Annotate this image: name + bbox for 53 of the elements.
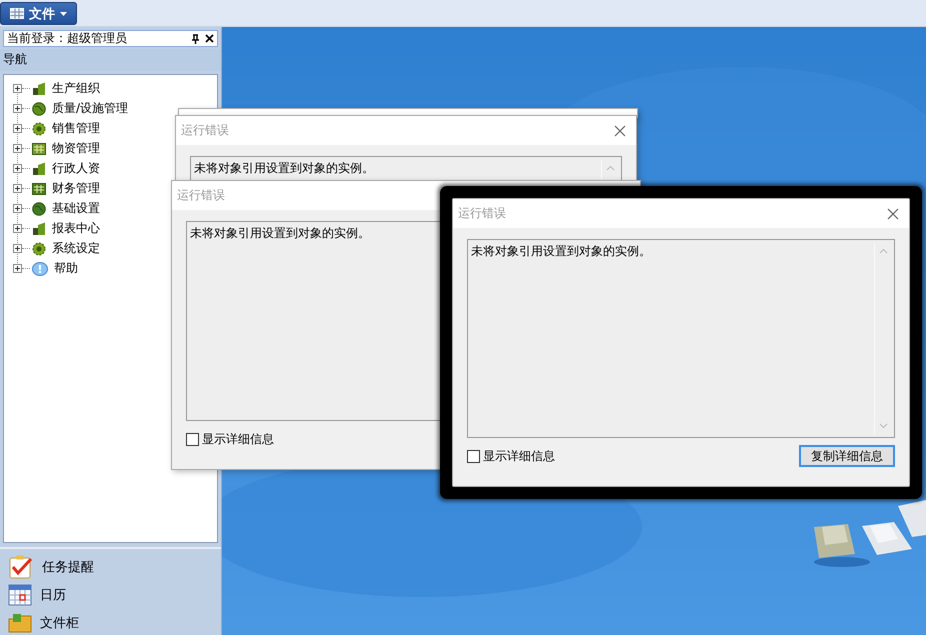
error-message: 未将对象引用设置到对象的实例。 [194, 160, 374, 177]
dialog-title: 运行错误 [458, 205, 507, 222]
expand-icon[interactable] [13, 84, 22, 94]
navigation-item[interactable]: 生产组织 [52, 80, 100, 98]
building-icon [32, 162, 46, 176]
navigation-item[interactable]: 财务管理 [52, 180, 100, 198]
caret-icon [60, 12, 67, 16]
checkbox[interactable] [186, 432, 199, 446]
navigation-item[interactable]: 报表中心 [52, 220, 100, 238]
pin-icon[interactable] [191, 34, 200, 44]
navigation-item[interactable]: 行政人资 [52, 160, 100, 178]
expand-icon[interactable] [13, 244, 22, 254]
folder-icon [8, 613, 32, 633]
gear-icon [32, 122, 46, 136]
info-icon [32, 262, 48, 276]
dialog-title: 运行错误 [181, 122, 230, 139]
calendar-icon [8, 584, 32, 606]
ledger-icon [32, 182, 46, 196]
expand-icon[interactable] [13, 164, 22, 174]
copy-details-button[interactable]: 复制详细信息 [799, 445, 895, 467]
error-message: 未将对象引用设置到对象的实例。 [190, 225, 370, 242]
checklist-icon [8, 555, 34, 579]
building-icon [32, 82, 46, 96]
globe-icon [32, 102, 46, 116]
dialog-title: 运行错误 [177, 187, 226, 204]
ledger-icon [32, 142, 46, 156]
expand-icon[interactable] [13, 144, 22, 154]
navigation-item[interactable]: 质量/设施管理 [52, 100, 128, 118]
expand-icon[interactable] [13, 184, 22, 194]
expand-icon[interactable] [13, 264, 22, 274]
navigation-title: 导航 [3, 51, 27, 68]
checkbox[interactable] [467, 450, 480, 462]
gear-icon [32, 242, 46, 256]
navigation-item[interactable]: 基础设置 [52, 200, 100, 218]
shortcut-item[interactable]: 文件柜 [8, 611, 221, 635]
expand-icon[interactable] [13, 204, 22, 214]
expand-icon[interactable] [13, 104, 22, 114]
shortcut-item[interactable]: 任务提醒 [8, 555, 221, 579]
navigation-item[interactable]: 帮助 [54, 260, 78, 278]
expand-icon[interactable] [13, 124, 22, 134]
navigation-item[interactable]: 销售管理 [52, 120, 100, 138]
checkbox-label[interactable]: 显示详细信息 [483, 448, 555, 464]
building-icon [32, 222, 46, 236]
table-icon [10, 8, 24, 19]
file-menu-button[interactable]: 文件 [0, 2, 77, 25]
globe-icon [32, 202, 46, 216]
navigation-item[interactable]: 系统设定 [52, 240, 100, 258]
navigation-item[interactable]: 物资管理 [52, 140, 100, 158]
login-title: 当前登录：超级管理员 [7, 30, 128, 47]
checkbox-label[interactable]: 显示详细信息 [202, 430, 274, 448]
shortcut-item[interactable]: 日历 [8, 583, 221, 607]
expand-icon[interactable] [13, 224, 22, 234]
close-icon[interactable] [205, 34, 214, 43]
